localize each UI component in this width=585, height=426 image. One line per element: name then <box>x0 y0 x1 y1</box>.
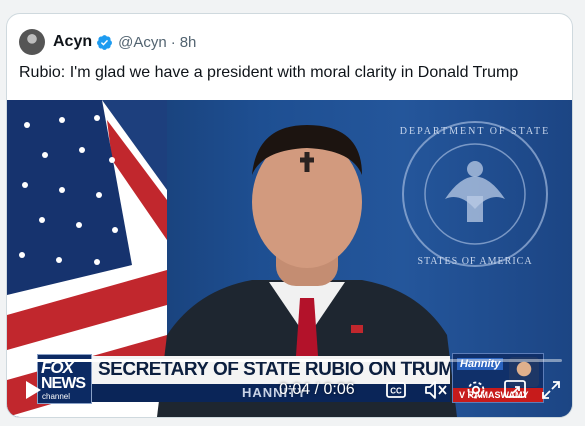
separator-dot: · <box>170 33 176 51</box>
post-time[interactable]: 8h <box>180 34 197 51</box>
svg-text:CC: CC <box>390 387 402 396</box>
author-handle[interactable]: @Acyn <box>118 34 167 51</box>
tweet-card[interactable]: Acyn @Acyn · 8h Rubio: I'm glad we have … <box>6 13 573 418</box>
settings-icon[interactable] <box>464 378 488 402</box>
tweet-text: Rubio: I'm glad we have a president with… <box>19 64 519 81</box>
author-name[interactable]: Acyn <box>53 33 92 51</box>
play-icon[interactable] <box>21 378 45 402</box>
verified-badge-icon <box>96 34 113 51</box>
tweet-header: Acyn @Acyn · 8h <box>19 28 196 56</box>
progress-fill <box>17 359 381 362</box>
volume-muted-icon[interactable] <box>423 378 449 402</box>
picture-in-picture-icon[interactable] <box>503 378 527 402</box>
progress-bar[interactable] <box>17 359 562 362</box>
time-display: 0:04 / 0:06 <box>279 381 355 398</box>
avatar[interactable] <box>19 29 45 55</box>
video-player[interactable]: DEPARTMENT OF STATE STATES OF AMERICA FO… <box>7 100 572 417</box>
fullscreen-icon[interactable] <box>539 378 563 402</box>
captions-icon[interactable]: CC <box>385 379 407 401</box>
player-controls: 0:04 / 0:06 CC <box>7 368 572 412</box>
